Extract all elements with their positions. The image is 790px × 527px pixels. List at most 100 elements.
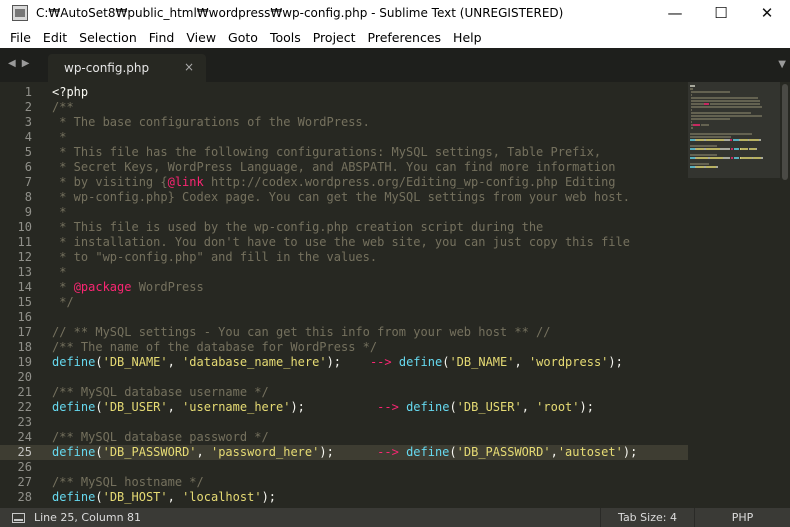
panel-toggle-icon[interactable]	[12, 512, 25, 523]
code-view[interactable]: <?php/** * The base configurations of th…	[52, 82, 688, 508]
minimap-line	[690, 133, 753, 135]
code-line[interactable]: *	[52, 130, 66, 145]
code-line[interactable]: * Secret Keys, WordPress Language, and A…	[52, 160, 616, 175]
line-number: 17	[17, 325, 32, 339]
window-controls: — ☐ ✕	[652, 0, 790, 26]
minimap-line	[690, 121, 692, 123]
tab-close-icon[interactable]: ×	[184, 60, 194, 74]
code-line[interactable]: * to "wp-config.php" and fill in the val…	[52, 250, 377, 265]
code-token: define	[52, 400, 96, 414]
code-line[interactable]: * @package WordPress	[52, 280, 204, 295]
menu-view[interactable]: View	[180, 30, 222, 45]
code-token: 'DB_NAME'	[449, 355, 515, 369]
line-number: 27	[17, 475, 32, 489]
code-token: 'DB_PASSWORD'	[456, 445, 551, 459]
tab-forward-arrow-icon[interactable]: ▶	[22, 58, 30, 69]
minimap-line	[709, 103, 761, 105]
code-line[interactable]: * installation. You don't have to use th…	[52, 235, 630, 250]
code-line[interactable]: // ** MySQL settings - You can get this …	[52, 325, 551, 340]
line-number: 15	[17, 295, 32, 309]
minimap-line	[704, 103, 709, 105]
code-token: * Secret Keys, WordPress Language, and A…	[52, 160, 616, 174]
code-line[interactable]: *	[52, 265, 66, 280]
code-token: *	[52, 205, 67, 219]
code-line[interactable]: define('DB_NAME', 'database_name_here');…	[52, 355, 623, 370]
menu-project[interactable]: Project	[307, 30, 362, 45]
line-number: 10	[17, 220, 32, 234]
code-token: 'DB_USER'	[102, 400, 168, 414]
menu-selection[interactable]: Selection	[73, 30, 143, 45]
code-line[interactable]: define('DB_HOST', 'localhost');	[52, 490, 276, 505]
minimap-line	[690, 163, 709, 165]
code-line[interactable]: * wp-config.php} Codex page. You can get…	[52, 190, 630, 205]
code-token: /** The name of the database for WordPre…	[52, 340, 378, 354]
code-line[interactable]: * The base configurations of the WordPre…	[52, 115, 370, 130]
code-line[interactable]: define('DB_USER', 'username_here'); --> …	[52, 400, 594, 415]
code-line[interactable]: * This file has the following configurat…	[52, 145, 601, 160]
minimap-line	[706, 148, 720, 150]
line-number: 16	[17, 310, 32, 324]
tab-wp-config[interactable]: wp-config.php ×	[48, 54, 206, 82]
editor-area[interactable]: 1 2 3 4 5 6 7 8 9 10 11 12 13 14 15 16 17 18 19 20 21 22 23 24 2…	[0, 82, 790, 508]
minimap-line	[690, 112, 752, 114]
minimap-line	[690, 136, 731, 138]
line-number: 5	[24, 145, 32, 159]
minimap-line	[696, 139, 705, 141]
code-token: );	[290, 400, 378, 414]
code-token: * This file has the following configurat…	[52, 145, 602, 159]
tab-nav-arrows: ◀ ▶	[8, 58, 29, 69]
menu-file[interactable]: File	[4, 30, 37, 45]
code-line[interactable]: /** MySQL database username */	[52, 385, 269, 400]
maximize-button[interactable]: ☐	[698, 0, 744, 26]
title-bar: C:₩AutoSet8₩public_html₩wordpress₩wp-con…	[0, 0, 790, 26]
code-token: @link	[167, 175, 204, 189]
menu-help[interactable]: Help	[447, 30, 488, 45]
code-token: );	[326, 355, 370, 369]
code-line[interactable]: /** The name of the database for WordPre…	[52, 340, 377, 355]
status-bar: Line 25, Column 81 Tab Size: 4 PHP	[0, 508, 790, 527]
minimap-line	[690, 85, 695, 87]
menu-find[interactable]: Find	[143, 30, 181, 45]
line-number: 4	[24, 130, 32, 144]
line-number: 22	[17, 400, 32, 414]
menu-edit[interactable]: Edit	[37, 30, 73, 45]
tab-back-arrow-icon[interactable]: ◀	[8, 58, 16, 69]
minimap-line	[696, 166, 705, 168]
minimize-button[interactable]: —	[652, 0, 698, 26]
code-line[interactable]: */	[52, 295, 73, 310]
cursor-position: Line 25, Column 81	[34, 511, 142, 524]
code-line[interactable]: /** MySQL database password */	[52, 430, 269, 445]
code-token: *	[52, 265, 67, 279]
code-token: );	[622, 445, 638, 459]
menu-tools[interactable]: Tools	[264, 30, 307, 45]
code-token: /**	[52, 100, 74, 114]
code-token: 'autoset'	[557, 445, 623, 459]
close-window-button[interactable]: ✕	[744, 0, 790, 26]
minimap-line	[755, 148, 758, 150]
code-line[interactable]: *	[52, 205, 66, 220]
sublime-app-icon	[12, 5, 28, 21]
minimap-line	[719, 148, 731, 150]
code-line[interactable]: * by visiting {@link http://codex.wordpr…	[52, 175, 616, 190]
line-number: 24	[17, 430, 32, 444]
code-line[interactable]: /** MySQL hostname */	[52, 475, 204, 490]
menu-goto[interactable]: Goto	[222, 30, 264, 45]
code-token: define	[406, 445, 450, 459]
code-line[interactable]: <?php	[52, 85, 88, 100]
line-number: 11	[17, 235, 32, 249]
code-token: * to "wp-config.php" and fill in the val…	[52, 250, 378, 264]
menu-preferences[interactable]: Preferences	[362, 30, 448, 45]
vertical-scrollbar[interactable]	[782, 84, 788, 180]
code-token: http://codex.wordpress.org/Editing_wp-co…	[203, 175, 616, 189]
syntax-selector[interactable]: PHP	[694, 508, 790, 527]
code-line[interactable]: /**	[52, 100, 74, 115]
line-number: 2	[24, 100, 32, 114]
tab-size-selector[interactable]: Tab Size: 4	[600, 508, 694, 527]
code-line[interactable]: define('DB_PASSWORD', 'password_here'); …	[52, 445, 637, 460]
tab-dropdown-icon[interactable]: ▼	[778, 59, 786, 70]
code-token: (	[95, 400, 103, 414]
minimap-line	[690, 91, 730, 93]
minimap[interactable]	[688, 82, 780, 508]
code-line[interactable]: * This file is used by the wp-config.php…	[52, 220, 543, 235]
tab-label: wp-config.php	[64, 61, 150, 75]
